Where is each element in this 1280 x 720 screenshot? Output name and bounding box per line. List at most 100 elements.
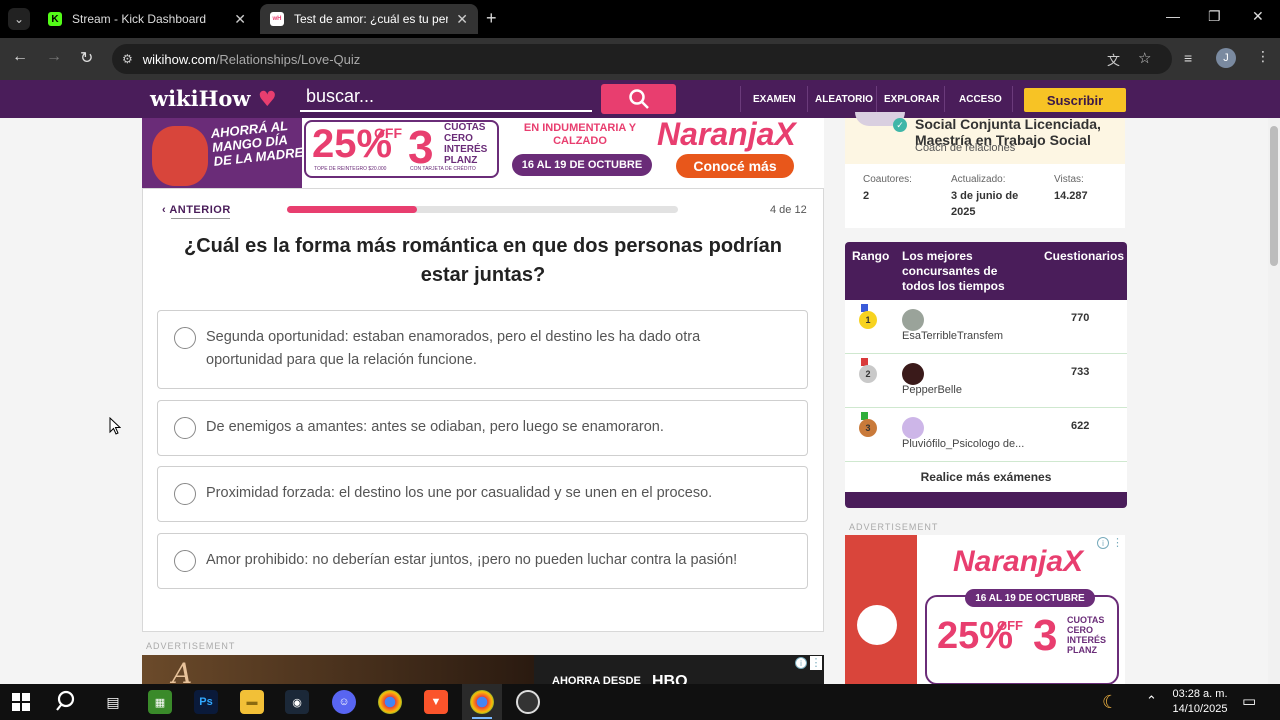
answer-option[interactable]: De enemigos a amantes: antes se odiaban,… bbox=[157, 400, 808, 456]
radio-button[interactable] bbox=[174, 327, 196, 349]
nav-explorar[interactable]: EXPLORAR bbox=[884, 94, 940, 105]
tray-chevron-up-icon[interactable]: ⌃ bbox=[1146, 693, 1157, 709]
system-clock[interactable]: 03:28 a. m. 14/10/2025 bbox=[1172, 687, 1228, 717]
page-scrollbar[interactable] bbox=[1268, 118, 1280, 684]
stat-value: 2 bbox=[863, 190, 870, 202]
previous-link-underline bbox=[171, 218, 230, 219]
ad-category: EN INDUMENTARIA Y CALZADO bbox=[523, 122, 637, 147]
top-banner-ad[interactable]: AHORRÁ AL MANGO DÍA DE LA MADRE 25% OFF … bbox=[142, 118, 824, 188]
discord-icon[interactable]: ☺ bbox=[332, 690, 356, 714]
tab-title: Stream - Kick Dashboard bbox=[72, 12, 207, 26]
scrollbar-thumb[interactable] bbox=[1270, 126, 1278, 266]
restore-icon[interactable]: ❐ bbox=[1208, 8, 1221, 25]
brave-icon[interactable]: ▼ bbox=[424, 690, 448, 714]
nav-acceso[interactable]: ACCESO bbox=[959, 94, 1002, 105]
profile-avatar[interactable]: J bbox=[1216, 48, 1236, 68]
windows-taskbar: ▤ ▦ Ps ▬ ◉ ☺ ▼ ☾ ⌃ 03:28 a. m. 14/10/202… bbox=[0, 684, 1280, 720]
answer-option[interactable]: Segunda oportunidad: estaban enamorados,… bbox=[157, 310, 808, 389]
gold-medal-icon: 1 bbox=[859, 311, 877, 329]
new-tab-icon[interactable]: + bbox=[486, 8, 497, 29]
nav-examen[interactable]: EXAMEN bbox=[753, 94, 796, 105]
bottom-banner-ad[interactable]: A AHORRA DESDE HBO i ⋮ bbox=[142, 655, 824, 685]
close-window-icon[interactable]: ✕ bbox=[1252, 8, 1264, 25]
url-bar[interactable]: ⚙ wikihow.com/Relationships/Love-Quiz 文 … bbox=[112, 44, 1172, 74]
answer-option[interactable]: Amor prohibido: no deberían estar juntos… bbox=[157, 533, 808, 589]
silver-medal-icon: 2 bbox=[859, 365, 877, 383]
ad-info-icon[interactable]: i bbox=[795, 657, 807, 669]
col-quizzes: Cuestionarios bbox=[1044, 249, 1125, 263]
wikihow-logo[interactable]: wikiHow ♥ bbox=[150, 86, 277, 111]
leaderboard-row[interactable]: 3 Pluviófilo_Psicologo de... 622 bbox=[845, 408, 1127, 462]
close-tab-icon[interactable]: ✕ bbox=[234, 11, 246, 28]
nav-divider bbox=[1012, 86, 1013, 112]
bookmark-star-icon[interactable]: ☆ bbox=[1138, 49, 1151, 67]
answer-option[interactable]: Proximidad forzada: el destino los une p… bbox=[157, 466, 808, 522]
close-tab-icon[interactable]: ✕ bbox=[456, 11, 468, 28]
minimize-icon[interactable]: — bbox=[1166, 8, 1180, 24]
contestant-name: Pluviófilo_Psicologo de... bbox=[902, 438, 1025, 450]
reload-icon[interactable]: ↻ bbox=[80, 48, 93, 68]
search-button[interactable] bbox=[601, 84, 676, 114]
stat-label: Coautores: bbox=[863, 174, 912, 185]
photoshop-icon[interactable]: Ps bbox=[194, 690, 218, 714]
previous-question-link[interactable]: ‹ ANTERIOR bbox=[162, 204, 231, 216]
search-input[interactable]: buscar... bbox=[300, 84, 592, 112]
steam-icon[interactable]: ◉ bbox=[285, 690, 309, 714]
wikihow-favicon-icon: wH bbox=[270, 12, 284, 26]
browser-menu-icon[interactable]: ⋮ bbox=[1256, 48, 1270, 65]
nav-divider bbox=[740, 86, 741, 112]
more-quizzes-link[interactable]: Realice más exámenes bbox=[845, 462, 1127, 492]
answer-option-label: Segunda oportunidad: estaban enamorados,… bbox=[206, 329, 701, 368]
radio-button[interactable] bbox=[174, 550, 196, 572]
mascot-eye-icon bbox=[857, 605, 897, 645]
leaderboard-row[interactable]: 2 PepperBelle 733 bbox=[845, 354, 1127, 408]
tab-title: Test de amor: ¿cuál es tu persona bbox=[294, 12, 449, 26]
leaderboard-header: Rango Los mejores concursantes de todos … bbox=[845, 242, 1127, 300]
search-icon[interactable] bbox=[56, 690, 78, 717]
active-indicator bbox=[472, 717, 492, 719]
stat-label: Vistas: bbox=[1054, 174, 1084, 185]
back-icon[interactable]: ← bbox=[12, 48, 28, 66]
url-path: /Relationships/Love-Quiz bbox=[215, 51, 361, 67]
subscribe-button[interactable]: Suscribir bbox=[1024, 88, 1126, 112]
nav-divider bbox=[944, 86, 945, 112]
minecraft-icon[interactable]: ▦ bbox=[148, 690, 172, 714]
advertisement-label: ADVERTISEMENT bbox=[146, 641, 236, 651]
windows-start-icon[interactable] bbox=[12, 693, 30, 716]
tab-love-quiz[interactable]: wH Test de amor: ¿cuál es tu persona ✕ bbox=[260, 4, 478, 34]
notifications-icon[interactable]: ▭ bbox=[1242, 692, 1256, 710]
task-view-icon[interactable]: ▤ bbox=[101, 690, 125, 714]
obs-icon[interactable] bbox=[516, 690, 540, 714]
media-controls-icon[interactable]: ≡ bbox=[1184, 50, 1192, 66]
translate-icon[interactable]: 文 bbox=[1107, 50, 1120, 69]
ad-options-icon[interactable]: ⋮ bbox=[1112, 536, 1123, 549]
tab-kick-dashboard[interactable]: K Stream - Kick Dashboard ✕ bbox=[38, 4, 256, 34]
ad-options-icon[interactable]: ⋮ bbox=[810, 656, 822, 670]
forward-icon[interactable]: → bbox=[46, 48, 62, 66]
avatar bbox=[902, 417, 924, 439]
stat-label: Actualizado: bbox=[951, 174, 1006, 185]
mouse-cursor-icon bbox=[109, 417, 121, 435]
ad-cta-button[interactable]: Conocé más bbox=[676, 154, 794, 178]
nav-aleatorio[interactable]: ALEATORIO bbox=[815, 94, 873, 105]
radio-button[interactable] bbox=[174, 417, 196, 439]
chrome-active-icon[interactable] bbox=[470, 690, 494, 714]
night-light-icon[interactable]: ☾ bbox=[1102, 692, 1118, 713]
leaderboard-footer bbox=[845, 492, 1127, 508]
verified-check-icon: ✓ bbox=[893, 118, 907, 132]
contestant-name: EsaTerribleTransfem bbox=[902, 330, 1004, 342]
chrome-icon[interactable] bbox=[378, 690, 402, 714]
radio-button[interactable] bbox=[174, 483, 196, 505]
file-explorer-icon[interactable]: ▬ bbox=[240, 690, 264, 714]
nav-divider bbox=[807, 86, 808, 112]
contestant-name: PepperBelle bbox=[902, 384, 962, 396]
ad-info-icon[interactable]: i bbox=[1097, 537, 1109, 549]
ad-fine-print: CON TARJETA DE CRÉDITO bbox=[410, 166, 476, 172]
question-counter: 4 de 12 bbox=[770, 204, 807, 216]
question-title: ¿Cuál es la forma más romántica en que d… bbox=[184, 235, 782, 286]
leaderboard-row[interactable]: 1 EsaTerribleTransfem 770 bbox=[845, 300, 1127, 354]
tab-search-button[interactable]: ⌄ bbox=[8, 8, 30, 30]
site-info-icon[interactable]: ⚙ bbox=[122, 52, 133, 66]
ad-script-logo-icon: A bbox=[172, 657, 193, 685]
sidebar-ad[interactable]: NaranjaX 16 AL 19 DE OCTUBRE 25% OFF 3 C… bbox=[845, 535, 1125, 685]
